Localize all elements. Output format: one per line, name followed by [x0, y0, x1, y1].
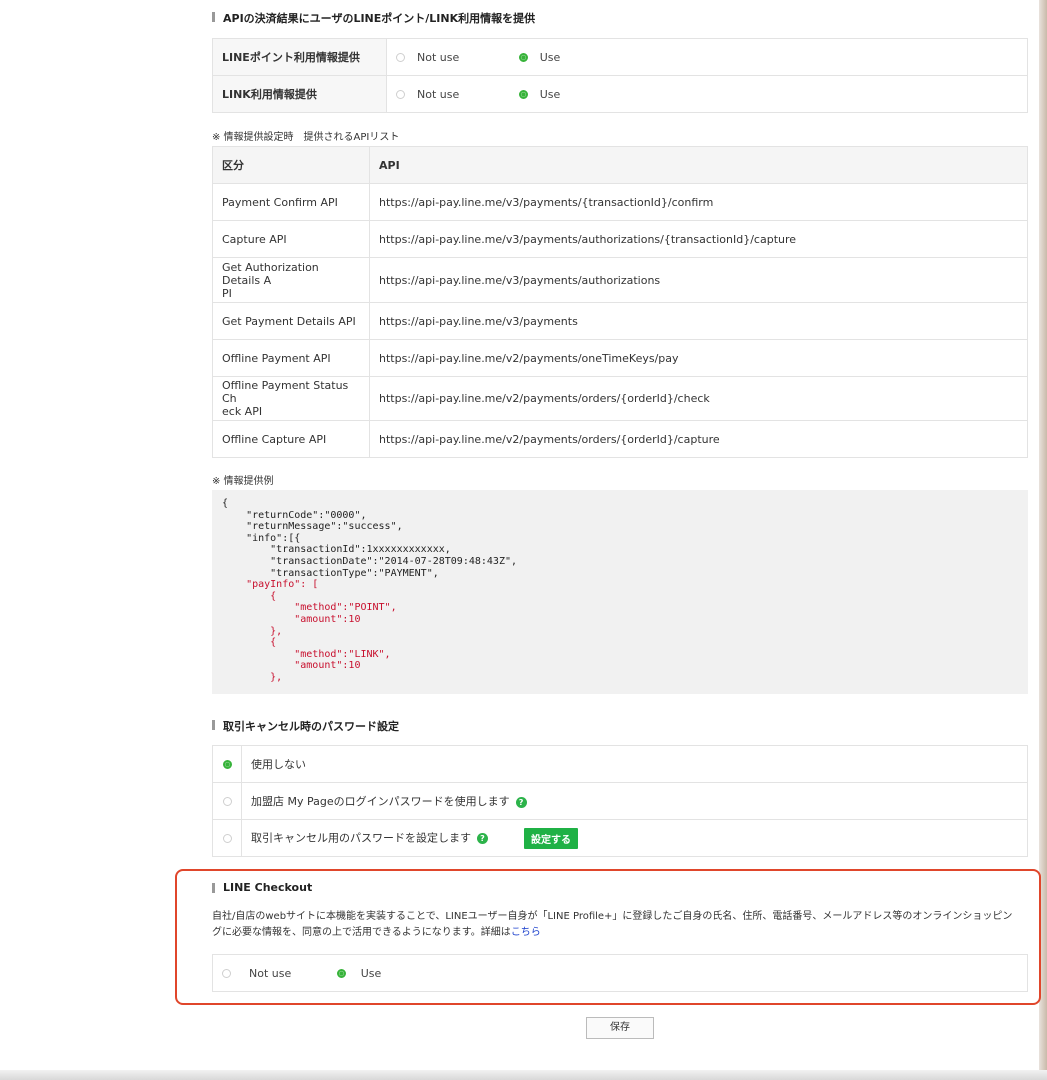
set-password-button[interactable]: 設定する — [524, 827, 578, 849]
section-title-point-info: APIの決済結果にユーザのLINEポイント/LINK利用情報を提供 — [212, 10, 535, 26]
table-row: LINEポイント利用情報提供 Not use Use — [212, 38, 1028, 76]
option-cell: 取引キャンセル用のパスワードを設定します? 設定する — [241, 819, 1028, 857]
api-name: Offline Capture API — [212, 420, 370, 458]
api-url: https://api-pay.line.me/v2/payments/orde… — [369, 420, 1028, 458]
row-label: LINK利用情報提供 — [212, 75, 387, 113]
checkout-option-table: Not use Use — [212, 954, 1028, 992]
radio-selected-icon[interactable] — [336, 968, 346, 978]
column-header-api: API — [369, 146, 1028, 184]
option-cell: Not use Use — [386, 38, 1028, 76]
radio-not-use[interactable]: Not use — [222, 966, 291, 980]
checkout-description: 自社/自店のwebサイトに本機能を実装することで、LINEユーザー自身が「LIN… — [212, 909, 1028, 941]
section-title-cancel-password: 取引キャンセル時のパスワード設定 — [212, 718, 399, 734]
code-example: { "returnCode":"0000", "returnMessage":"… — [212, 490, 1028, 694]
table-row: LINK利用情報提供 Not use Use — [212, 75, 1028, 113]
table-row: Offline Payment API https://api-pay.line… — [212, 339, 1028, 377]
radio-not-use[interactable]: Not use — [396, 87, 459, 101]
api-url: https://api-pay.line.me/v2/payments/oneT… — [369, 339, 1028, 377]
table-row: Not use Use — [212, 954, 1028, 992]
description-line-2: グに必要な情報を、同意の上で活用できるようになります。詳細はこちら — [212, 925, 1028, 941]
option-cell: 加盟店 My Pageのログインパスワードを使用します? — [241, 782, 1028, 820]
radio-cell — [212, 782, 242, 820]
api-name: Capture API — [212, 220, 370, 258]
api-url: https://api-pay.line.me/v3/payments/auth… — [369, 257, 1028, 303]
save-button[interactable]: 保存 — [586, 1017, 654, 1039]
option-label: 取引キャンセル用のパスワードを設定します — [251, 831, 471, 844]
option-cell: Not use Use — [212, 954, 1028, 992]
radio-selected-icon[interactable] — [518, 52, 528, 62]
radio-icon[interactable] — [222, 968, 231, 978]
radio-use[interactable]: Use — [336, 966, 381, 980]
column-header-category: 区分 — [212, 146, 370, 184]
table-row: Get Authorization Details A PI https://a… — [212, 257, 1028, 303]
table-row: 加盟店 My Pageのログインパスワードを使用します? — [212, 782, 1028, 820]
code-lines: { "returnCode":"0000", "returnMessage":"… — [222, 498, 518, 579]
radio-cell — [212, 745, 242, 783]
description-line: 自社/自店のwebサイトに本機能を実装することで、LINEユーザー自身が「LIN… — [212, 911, 1013, 922]
section-title-line-checkout: LINE Checkout — [212, 881, 312, 894]
radio-icon[interactable] — [222, 797, 232, 806]
radio-selected-icon[interactable] — [222, 760, 232, 769]
radio-selected-icon[interactable] — [518, 89, 528, 99]
api-url: https://api-pay.line.me/v3/payments/{tra… — [369, 183, 1028, 221]
table-row: Offline Capture API https://api-pay.line… — [212, 420, 1028, 458]
table-row: Offline Payment Status Ch eck API https:… — [212, 376, 1028, 421]
api-list-note: ※ 情報提供設定時 提供されるAPIリスト — [212, 132, 400, 143]
description-text: グに必要な情報を、同意の上で活用できるようになります。詳細は — [212, 927, 511, 938]
table-row: Capture API https://api-pay.line.me/v3/p… — [212, 220, 1028, 258]
window-bottom-edge — [0, 1070, 1047, 1080]
api-name: Get Payment Details API — [212, 302, 370, 340]
option-label: 加盟店 My Pageのログインパスワードを使用します — [251, 795, 510, 808]
api-name: Offline Payment API — [212, 339, 370, 377]
table-row: 取引キャンセル用のパスワードを設定します? 設定する — [212, 819, 1028, 857]
option-cell: Not use Use — [386, 75, 1028, 113]
radio-not-use[interactable]: Not use — [396, 50, 459, 64]
table-row: 使用しない — [212, 745, 1028, 783]
row-label: LINEポイント利用情報提供 — [212, 38, 387, 76]
radio-use[interactable]: Use — [518, 87, 560, 101]
api-name: Offline Payment Status Ch eck API — [212, 376, 370, 421]
code-lines-highlighted: "payInfo": [ { "method":"POINT", "amount… — [246, 579, 397, 683]
table-row: Payment Confirm API https://api-pay.line… — [212, 183, 1028, 221]
radio-icon[interactable] — [396, 89, 405, 99]
api-url: https://api-pay.line.me/v3/payments/auth… — [369, 220, 1028, 258]
api-list-table: 区分 API Payment Confirm API https://api-p… — [212, 146, 1028, 458]
api-url: https://api-pay.line.me/v3/payments — [369, 302, 1028, 340]
help-icon[interactable]: ? — [477, 832, 488, 844]
details-link[interactable]: こちら — [511, 927, 541, 938]
help-icon[interactable]: ? — [515, 796, 527, 808]
radio-use[interactable]: Use — [518, 50, 560, 64]
api-name: Get Authorization Details A PI — [212, 257, 370, 303]
radio-icon[interactable] — [222, 834, 232, 843]
table-header-row: 区分 API — [212, 146, 1028, 184]
example-note: ※ 情報提供例 — [212, 476, 274, 487]
radio-cell — [212, 819, 242, 857]
table-row: Get Payment Details API https://api-pay.… — [212, 302, 1028, 340]
api-url: https://api-pay.line.me/v2/payments/orde… — [369, 376, 1028, 421]
option-label: 使用しない — [241, 745, 1028, 783]
radio-icon[interactable] — [396, 52, 405, 62]
point-info-table: LINEポイント利用情報提供 Not use Use LINK利用情報提供 No… — [212, 38, 1028, 113]
api-name: Payment Confirm API — [212, 183, 370, 221]
cancel-password-table: 使用しない 加盟店 My Pageのログインパスワードを使用します? 取引キャン… — [212, 745, 1028, 857]
